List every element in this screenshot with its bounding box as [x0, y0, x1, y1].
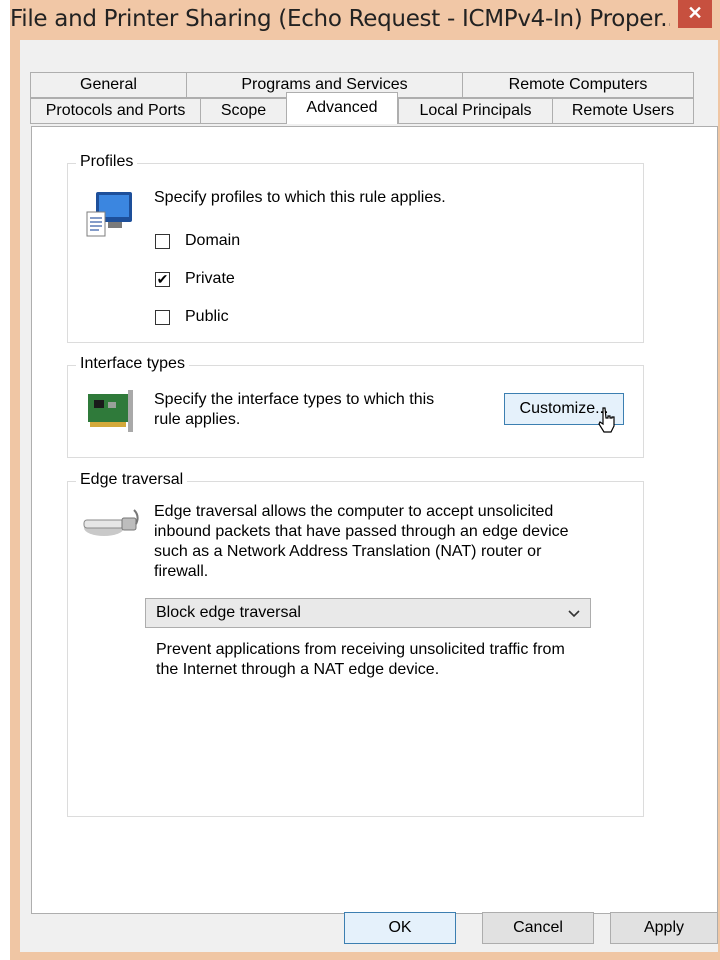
window-title: File and Printer Sharing (Echo Request -…	[10, 6, 670, 32]
edge-traversal-dropdown[interactable]: Block edge traversal	[145, 598, 591, 628]
tab-local-principals[interactable]: Local Principals	[398, 98, 552, 124]
interface-types-legend: Interface types	[76, 355, 189, 373]
network-card-icon	[88, 390, 133, 432]
profiles-description: Specify profiles to which this rule appl…	[154, 189, 446, 206]
close-icon: ✕	[687, 3, 703, 23]
domain-label[interactable]: Domain	[185, 231, 240, 251]
chevron-down-icon	[568, 610, 580, 618]
ok-button[interactable]: OK	[344, 912, 456, 944]
tab-remote-computers[interactable]: Remote Computers	[462, 72, 694, 98]
edge-traversal-description-line2: inbound packets that have passed through…	[154, 523, 569, 540]
domain-checkbox[interactable]	[155, 234, 170, 249]
title-bar[interactable]: File and Printer Sharing (Echo Request -…	[10, 0, 720, 40]
monitor-document-icon	[86, 192, 132, 237]
edge-traversal-description-line3: such as a Network Address Translation (N…	[154, 543, 542, 560]
edge-traversal-legend: Edge traversal	[76, 471, 188, 489]
profiles-legend: Profiles	[76, 153, 138, 171]
edge-traversal-description-line4: firewall.	[154, 563, 209, 580]
edge-traversal-description-line1: Edge traversal allows the computer to ac…	[154, 503, 554, 520]
close-button[interactable]: ✕	[678, 0, 712, 28]
tab-remote-users[interactable]: Remote Users	[552, 98, 694, 124]
tab-protocols-and-ports[interactable]: Protocols and Ports	[30, 98, 200, 124]
advanced-tab-panel: Profiles Specify profiles to which this …	[31, 126, 718, 914]
private-checkbox[interactable]: ✔	[155, 272, 170, 287]
hand-cursor-icon	[598, 407, 615, 433]
edge-traversal-option-description-line1: Prevent applications from receiving unso…	[156, 641, 565, 658]
cancel-button[interactable]: Cancel	[482, 912, 594, 944]
interface-types-description-line2: rule applies.	[154, 411, 241, 428]
private-label[interactable]: Private	[185, 269, 235, 289]
tab-advanced[interactable]: Advanced	[286, 92, 398, 124]
dialog-client-area: General Programs and Services Remote Com…	[20, 40, 718, 952]
edge-traversal-option-description-line2: the Internet through a NAT edge device.	[156, 661, 440, 678]
dialog-window: File and Printer Sharing (Echo Request -…	[10, 0, 720, 960]
tab-row-2: Protocols and Ports Scope Advanced Local…	[30, 92, 694, 124]
tab-general[interactable]: General	[30, 72, 186, 98]
public-checkbox[interactable]	[155, 310, 170, 325]
public-label[interactable]: Public	[185, 307, 229, 327]
interface-types-group: Interface types Specify the interface ty…	[67, 355, 644, 458]
interface-types-description-line1: Specify the interface types to which thi…	[154, 391, 435, 408]
profiles-group: Profiles Specify profiles to which this …	[67, 153, 644, 343]
network-cable-icon	[83, 509, 139, 536]
tab-scope[interactable]: Scope	[200, 98, 286, 124]
apply-button[interactable]: Apply	[610, 912, 718, 944]
checkmark-icon: ✔	[156, 271, 169, 287]
edge-traversal-group: Edge traversal Edge traversal allows the…	[67, 471, 644, 817]
edge-traversal-selected: Block edge traversal	[156, 604, 301, 621]
